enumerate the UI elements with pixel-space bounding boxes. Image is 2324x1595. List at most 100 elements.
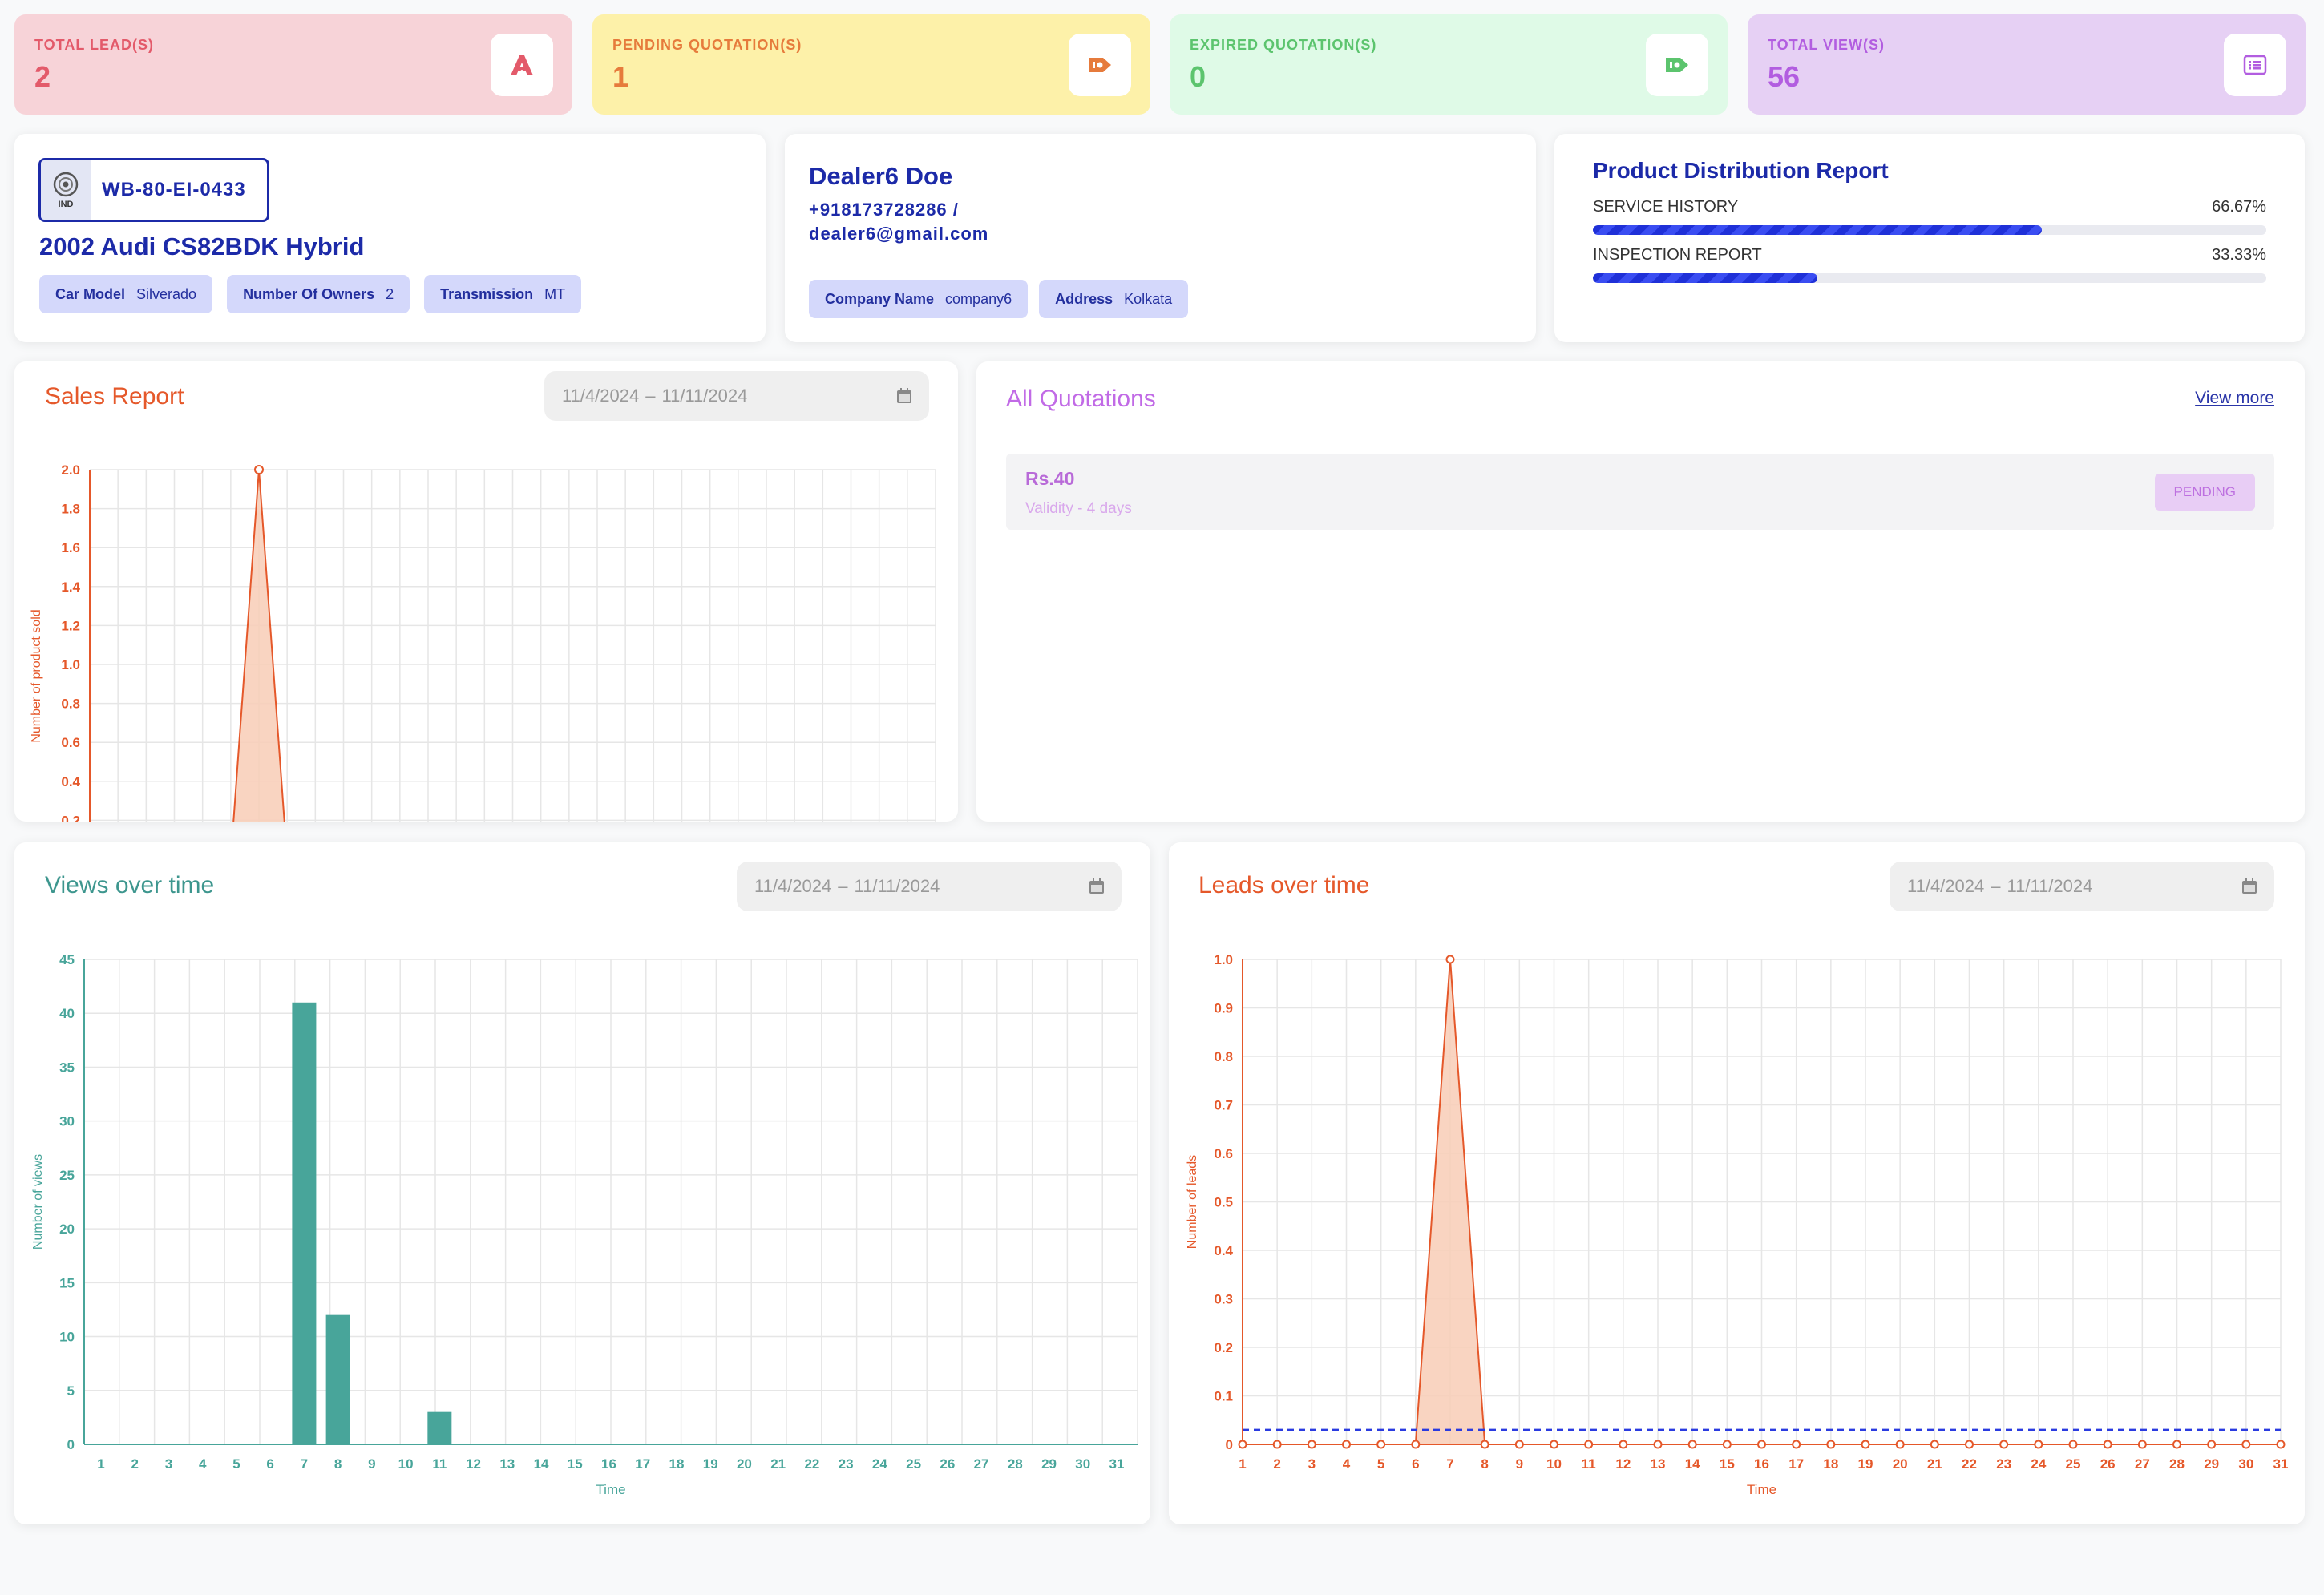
x-tick-label: 21 bbox=[770, 1456, 786, 1472]
x-tick-label: 14 bbox=[534, 1456, 549, 1472]
quote-tag-icon bbox=[1069, 34, 1131, 96]
chip-label: Transmission bbox=[440, 285, 534, 302]
chip-value: MT bbox=[544, 285, 566, 302]
chart-grid bbox=[1242, 959, 2282, 1445]
x-tick-label: 6 bbox=[1412, 1456, 1419, 1472]
distribution-label: SERVICE HISTORY bbox=[1593, 198, 1739, 216]
y-axis-label: Number of leads bbox=[1186, 1155, 1199, 1249]
x-tick-label: 6 bbox=[266, 1456, 273, 1472]
sales-report-card: Sales Report 11/4/2024 – 11/11/2024 0.2 0… bbox=[14, 361, 958, 822]
distribution-bar-fill bbox=[1593, 273, 1817, 283]
data-point bbox=[1826, 1440, 1836, 1449]
data-point bbox=[1930, 1440, 1939, 1449]
x-tick-label: 25 bbox=[906, 1456, 921, 1472]
x-tick-label: 2 bbox=[131, 1456, 138, 1472]
y-tick-label: 20 bbox=[59, 1221, 75, 1237]
x-tick-label: 22 bbox=[1962, 1456, 1977, 1472]
sales-chart: 0.2 0.4 0.6 0.8 1.0 1.2 1.4 1.6 1.8 2.0 Number of … bbox=[30, 462, 936, 822]
distribution-percent: 66.67% bbox=[2212, 198, 2266, 216]
y-tick-label: 0.9 bbox=[1214, 1001, 1233, 1016]
x-tick-label: 27 bbox=[974, 1456, 989, 1472]
x-tick-label: 14 bbox=[1685, 1456, 1700, 1472]
distribution-title: Product Distribution Report bbox=[1593, 158, 1889, 183]
data-point bbox=[1307, 1440, 1316, 1449]
distribution-bar-fill bbox=[1593, 225, 2043, 235]
distribution-percent: 33.33% bbox=[2212, 246, 2266, 264]
data-point bbox=[1411, 1440, 1421, 1449]
x-tick-label: 30 bbox=[1075, 1456, 1090, 1472]
view-more-link[interactable]: View more bbox=[2195, 389, 2274, 408]
chip-value: 2 bbox=[386, 285, 394, 302]
y-tick-label: 35 bbox=[59, 1060, 75, 1075]
x-tick-label: 1 bbox=[97, 1456, 104, 1472]
quotation-validity: Validity - 4 days bbox=[1025, 500, 1132, 517]
x-tick-label: 10 bbox=[398, 1456, 414, 1472]
x-tick-label: 15 bbox=[1720, 1456, 1735, 1472]
dealer-phone[interactable]: +918173728286 / bbox=[809, 200, 959, 220]
x-tick-label: 7 bbox=[1446, 1456, 1453, 1472]
data-point bbox=[2034, 1440, 2043, 1449]
car-chips: Car Model Silverado Number Of Owners 2 Trans… bbox=[39, 275, 582, 313]
x-axis-label: Time bbox=[596, 1482, 625, 1497]
data-point bbox=[1792, 1440, 1801, 1449]
x-tick-label: 19 bbox=[703, 1456, 718, 1472]
data-point bbox=[1861, 1440, 1870, 1449]
sales-area bbox=[232, 469, 285, 822]
chip-value: Silverado bbox=[136, 285, 197, 302]
data-point bbox=[2276, 1440, 2286, 1449]
data-point bbox=[254, 465, 264, 474]
x-tick-label: 1 bbox=[1239, 1456, 1246, 1472]
distribution-bar-track bbox=[1593, 273, 2266, 283]
x-tick-label: 29 bbox=[2204, 1456, 2219, 1472]
stat-value: 56 bbox=[1768, 60, 1801, 93]
road-icon bbox=[491, 34, 553, 96]
data-point bbox=[2137, 1440, 2147, 1449]
y-tick-label: 25 bbox=[59, 1168, 75, 1183]
chip-value: company6 bbox=[945, 290, 1012, 307]
status-badge: PENDING bbox=[2154, 474, 2255, 511]
x-tick-label: 24 bbox=[872, 1456, 887, 1472]
dealer-info-card: Dealer6 Doe +918173728286 / dealer6@gmai… bbox=[785, 134, 1536, 342]
x-tick-label: 5 bbox=[1377, 1456, 1384, 1472]
data-point bbox=[2103, 1440, 2112, 1449]
dealer-email[interactable]: dealer6@gmail.com bbox=[809, 224, 988, 244]
data-point bbox=[1550, 1440, 1558, 1449]
x-tick-label: 17 bbox=[1788, 1456, 1804, 1472]
x-tick-label: 9 bbox=[368, 1456, 375, 1472]
x-tick-label: 31 bbox=[2273, 1456, 2289, 1472]
data-point bbox=[1272, 1440, 1282, 1449]
y-tick-label: 40 bbox=[59, 1006, 75, 1021]
x-tick-label: 8 bbox=[1481, 1456, 1488, 1472]
y-tick-label: 15 bbox=[59, 1275, 75, 1290]
x-tick-label: 11 bbox=[432, 1456, 447, 1472]
x-tick-label: 5 bbox=[232, 1456, 240, 1472]
y-tick-label: 0.2 bbox=[1214, 1340, 1233, 1355]
x-tick-label: 26 bbox=[2100, 1456, 2116, 1472]
data-point bbox=[2207, 1440, 2217, 1449]
x-tick-label: 26 bbox=[940, 1456, 955, 1472]
y-tick-label: 0.7 bbox=[1214, 1098, 1233, 1113]
x-tick-label: 25 bbox=[2066, 1456, 2081, 1472]
y-tick-label: 1.0 bbox=[61, 657, 80, 672]
y-tick-label: 1.2 bbox=[61, 618, 80, 633]
x-tick-label: 31 bbox=[1109, 1456, 1125, 1472]
x-tick-label: 9 bbox=[1516, 1456, 1523, 1472]
chart-grid bbox=[89, 469, 936, 822]
y-tick-label: 1.0 bbox=[1214, 952, 1233, 967]
stat-label: TOTAL LEAD(S) bbox=[34, 37, 154, 53]
y-tick-label: 0 bbox=[1226, 1437, 1233, 1452]
stat-value: 2 bbox=[34, 60, 51, 93]
x-tick-label: 4 bbox=[199, 1456, 207, 1472]
stat-value: 1 bbox=[612, 60, 629, 93]
quotation-item[interactable]: Rs.40 Validity - 4 days PENDING bbox=[1006, 454, 2274, 530]
dealer-chips: Company Name company6 Address Kolkata bbox=[809, 280, 1189, 318]
plate-country: IND bbox=[58, 200, 74, 209]
data-point bbox=[1238, 1440, 1247, 1449]
y-tick-label: 0.6 bbox=[61, 735, 80, 750]
x-tick-label: 12 bbox=[466, 1456, 481, 1472]
info-chip: Car Model Silverado bbox=[39, 275, 213, 313]
x-tick-label: 18 bbox=[669, 1456, 685, 1472]
x-tick-label: 20 bbox=[1893, 1456, 1908, 1472]
chip-value: Kolkata bbox=[1124, 290, 1173, 307]
bar bbox=[292, 1002, 317, 1444]
